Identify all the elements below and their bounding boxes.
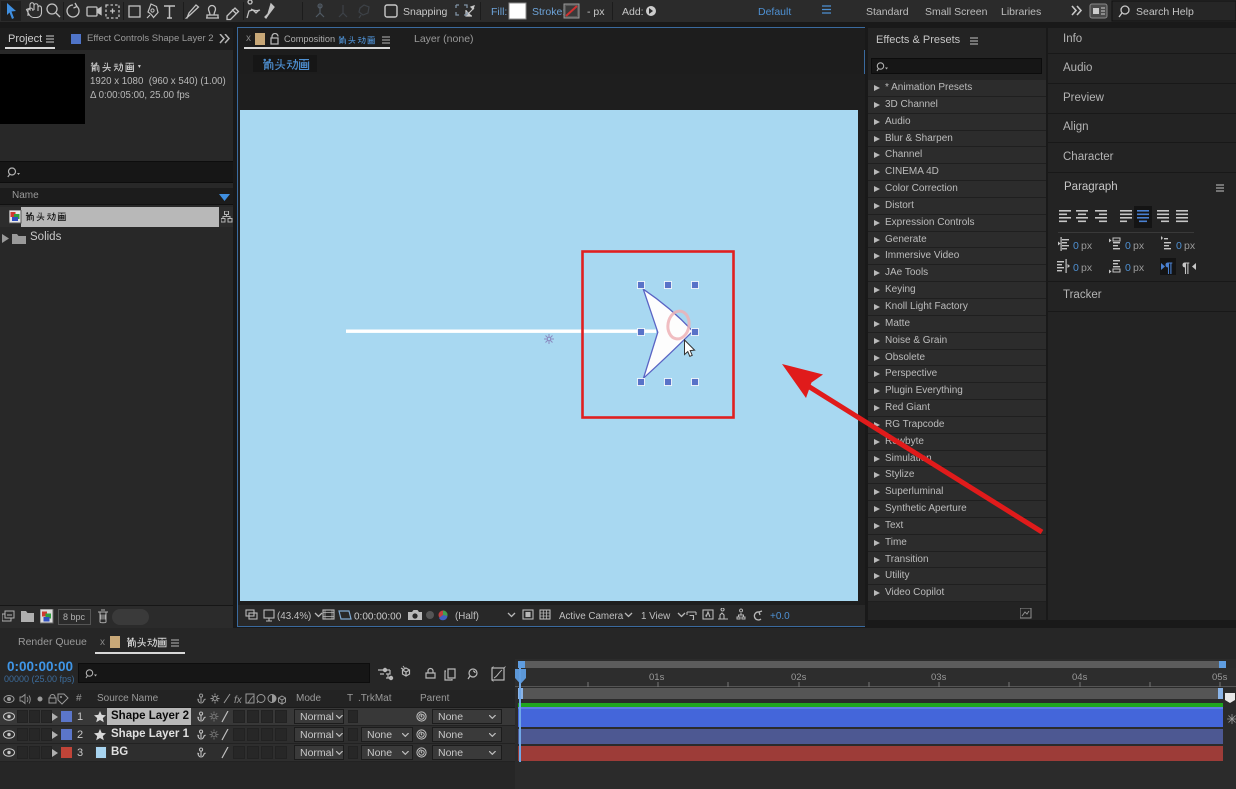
svg-text:Fill:: Fill:	[491, 6, 507, 18]
svg-text:px: px	[1133, 240, 1145, 252]
svg-text:(43.4%): (43.4%)	[277, 611, 311, 622]
svg-text:01s: 01s	[649, 672, 665, 683]
svg-text:Stroke:: Stroke:	[532, 6, 565, 18]
svg-text:¶: ¶	[1182, 259, 1190, 275]
svg-text:Standard: Standard	[866, 6, 909, 18]
svg-text:0:00:00:00: 0:00:00:00	[354, 612, 402, 623]
svg-text:Default: Default	[758, 6, 791, 18]
svg-text:Snapping: Snapping	[403, 6, 448, 18]
svg-text:0: 0	[1073, 240, 1079, 252]
svg-text:Active Camera: Active Camera	[559, 611, 624, 622]
svg-text:px: px	[1081, 240, 1093, 252]
svg-text:Small Screen: Small Screen	[925, 6, 988, 18]
svg-text:px: px	[1081, 262, 1093, 274]
svg-text:0: 0	[1125, 262, 1131, 274]
svg-text:fx: fx	[234, 695, 243, 705]
svg-text:+0.0: +0.0	[770, 611, 790, 622]
svg-text:px: px	[1133, 262, 1145, 274]
svg-text:1 View: 1 View	[641, 611, 671, 622]
svg-text:04s: 04s	[1072, 672, 1088, 683]
svg-text:(Half): (Half)	[455, 611, 479, 622]
svg-text:0: 0	[1073, 262, 1079, 274]
svg-text:¶: ¶	[1165, 259, 1173, 275]
svg-text:Add:: Add:	[622, 6, 644, 18]
svg-text:Search Help: Search Help	[1136, 6, 1194, 18]
svg-text:05s: 05s	[1212, 672, 1228, 683]
svg-text:02s: 02s	[791, 672, 807, 683]
svg-text:- px: - px	[587, 6, 605, 18]
svg-text:px: px	[1184, 240, 1196, 252]
svg-text:03s: 03s	[931, 672, 947, 683]
svg-text:0: 0	[1176, 240, 1182, 252]
svg-text:0: 0	[1125, 240, 1131, 252]
svg-text:Libraries: Libraries	[1001, 6, 1041, 18]
